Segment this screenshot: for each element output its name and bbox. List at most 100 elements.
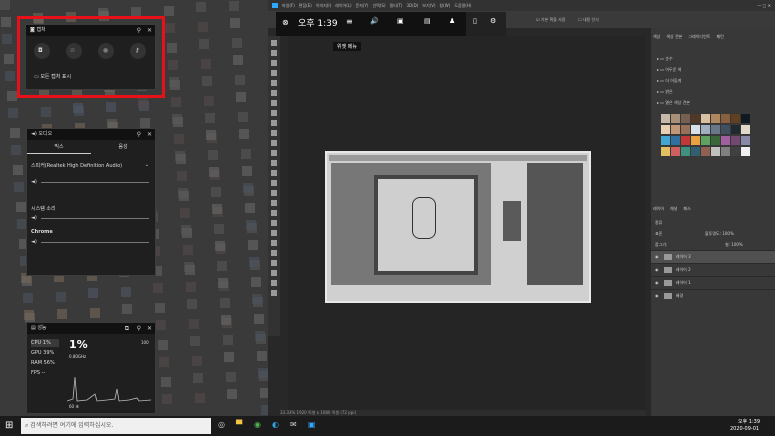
pin-icon[interactable]: ⚲ — [137, 25, 141, 36]
layer-tab[interactable]: 패스 — [683, 206, 690, 211]
ps-menu-item[interactable]: 필터(T) — [390, 3, 403, 8]
ps-tool-icon[interactable] — [271, 280, 277, 286]
swatch-tab[interactable]: 그레이디언트 — [688, 34, 710, 39]
fill-field[interactable]: 칠: 100% — [725, 242, 743, 248]
color-swatch[interactable] — [741, 147, 750, 156]
ps-tool-icon[interactable] — [271, 220, 277, 226]
ps-tool-icon[interactable] — [271, 210, 277, 216]
color-swatch[interactable] — [661, 125, 670, 134]
ps-menu-item[interactable]: 선택(S) — [372, 3, 385, 8]
color-swatch[interactable] — [711, 136, 720, 145]
blend-mode[interactable]: 표준 — [655, 231, 662, 237]
color-swatch[interactable] — [741, 114, 750, 123]
clock-date[interactable]: 2020-09-01 — [730, 426, 759, 432]
color-swatch[interactable] — [721, 125, 730, 134]
ps-tool-icon[interactable] — [271, 120, 277, 126]
clock-time[interactable]: 오후 1:39 — [738, 418, 760, 425]
mail-icon[interactable]: ✉ — [290, 420, 297, 429]
color-swatch[interactable] — [671, 114, 680, 123]
swatch-tab[interactable]: 패턴 — [716, 34, 723, 39]
tab-mix[interactable]: 믹스 — [27, 143, 91, 154]
ps-tool-icon[interactable] — [271, 90, 277, 96]
color-swatch[interactable] — [721, 114, 730, 123]
volume-icon[interactable]: ◄) — [31, 239, 37, 245]
ram-row[interactable]: RAM 56% — [31, 360, 55, 366]
color-swatch[interactable] — [681, 125, 690, 134]
system-volume-slider[interactable] — [41, 218, 149, 219]
opt-checkbox-default[interactable]: ☑ 기본 획을 사용 — [536, 11, 565, 28]
windows-start-icon[interactable]: ⊞ — [5, 420, 13, 431]
ps-tool-icon[interactable] — [271, 250, 277, 256]
color-swatch[interactable] — [731, 125, 740, 134]
cpu-row[interactable]: CPU 1% — [31, 339, 59, 347]
fps-row[interactable]: FPS -- — [31, 370, 45, 376]
mic-toggle-button[interactable]: ⚷ — [130, 43, 146, 59]
swatch-tab[interactable]: 색상 — [653, 34, 660, 39]
ps-tool-icon[interactable] — [271, 40, 277, 46]
ps-menu-item[interactable]: 레이어(L) — [335, 3, 351, 8]
color-swatch[interactable] — [681, 136, 690, 145]
color-swatch[interactable] — [701, 136, 710, 145]
ps-tool-icon[interactable] — [271, 160, 277, 166]
device-volume-slider[interactable] — [41, 182, 149, 183]
ps-menu-item[interactable]: 이미지(I) — [316, 3, 331, 8]
color-swatch[interactable] — [721, 136, 730, 145]
color-swatch[interactable] — [741, 125, 750, 134]
start-recording-button[interactable]: ● — [98, 43, 114, 59]
color-swatch[interactable] — [731, 136, 740, 145]
gpu-row[interactable]: GPU 39% — [31, 350, 54, 356]
ps-tool-icon[interactable] — [271, 70, 277, 76]
photoshop-taskbar-icon[interactable]: ▣ — [308, 420, 316, 429]
color-swatch[interactable] — [721, 147, 730, 156]
pin-icon[interactable]: ⚲ — [137, 323, 141, 334]
color-swatch[interactable] — [681, 114, 690, 123]
color-swatch[interactable] — [711, 147, 720, 156]
ps-canvas[interactable] — [288, 36, 646, 410]
swatch-group[interactable]: ▸ ▭ 옅은 색상 견본 — [657, 100, 757, 111]
visibility-eye-icon[interactable]: ◉ — [655, 267, 660, 272]
ps-menu-item[interactable]: 도움말(H) — [454, 3, 471, 8]
xbox-icon[interactable]: ⊗ — [282, 18, 289, 27]
color-swatch[interactable] — [691, 136, 700, 145]
close-icon[interactable]: ✕ — [147, 25, 152, 36]
ps-menu-item[interactable]: 문자(Y) — [356, 3, 369, 8]
ps-tool-icon[interactable] — [271, 50, 277, 56]
color-swatch[interactable] — [691, 147, 700, 156]
screenshot-button[interactable]: ◘ — [34, 43, 50, 59]
taskbar-search[interactable]: ⌕ 검색하려면 여기에 입력하십시오. — [21, 418, 211, 434]
color-swatch[interactable] — [711, 125, 720, 134]
pin-icon[interactable]: ⚲ — [137, 129, 141, 140]
ps-window-controls[interactable]: — ▢ ✕ — [757, 0, 771, 11]
tab-voice[interactable]: 음성 — [91, 143, 155, 150]
ps-tool-icon[interactable] — [271, 110, 277, 116]
ps-tool-icon[interactable] — [271, 170, 277, 176]
swatch-group[interactable]: ▸ ▭ 밝은 — [657, 89, 757, 100]
color-swatch[interactable] — [731, 147, 740, 156]
ps-tool-icon[interactable] — [271, 100, 277, 106]
visibility-eye-icon[interactable]: ◉ — [655, 293, 660, 298]
color-swatch[interactable] — [661, 136, 670, 145]
show-all-captures-link[interactable]: ▭ 모든 캡처 표시 — [34, 73, 71, 80]
color-swatch[interactable] — [671, 125, 680, 134]
ps-tool-icon[interactable] — [271, 190, 277, 196]
ps-menu-item[interactable]: 파일(F) — [282, 3, 295, 8]
audio-widget-icon[interactable]: 🔊 — [370, 17, 379, 25]
color-swatch[interactable] — [681, 147, 690, 156]
layer-row[interactable]: ◉ 레이어 2 — [651, 263, 775, 276]
swatch-tab[interactable]: 색상 견본 — [666, 34, 682, 39]
color-swatch[interactable] — [701, 147, 710, 156]
ps-tool-icon[interactable] — [271, 200, 277, 206]
color-swatch[interactable] — [691, 114, 700, 123]
color-swatch[interactable] — [711, 114, 720, 123]
visibility-eye-icon[interactable]: ◉ — [655, 280, 660, 285]
phone-icon[interactable]: ▯ — [473, 17, 477, 25]
color-swatch[interactable] — [671, 147, 680, 156]
ps-menu-item[interactable]: 편집(E) — [299, 3, 312, 8]
widget-menu-icon[interactable]: ≡ — [346, 17, 353, 26]
close-icon[interactable]: ✕ — [147, 129, 152, 140]
device-select[interactable]: 스피커(Realtek High Definition Audio) ⌄ — [31, 162, 149, 169]
task-view-icon[interactable]: ◎ — [218, 420, 225, 429]
ps-tool-icon[interactable] — [271, 180, 277, 186]
ps-tool-icon[interactable] — [271, 60, 277, 66]
close-icon[interactable]: ✕ — [147, 323, 152, 334]
